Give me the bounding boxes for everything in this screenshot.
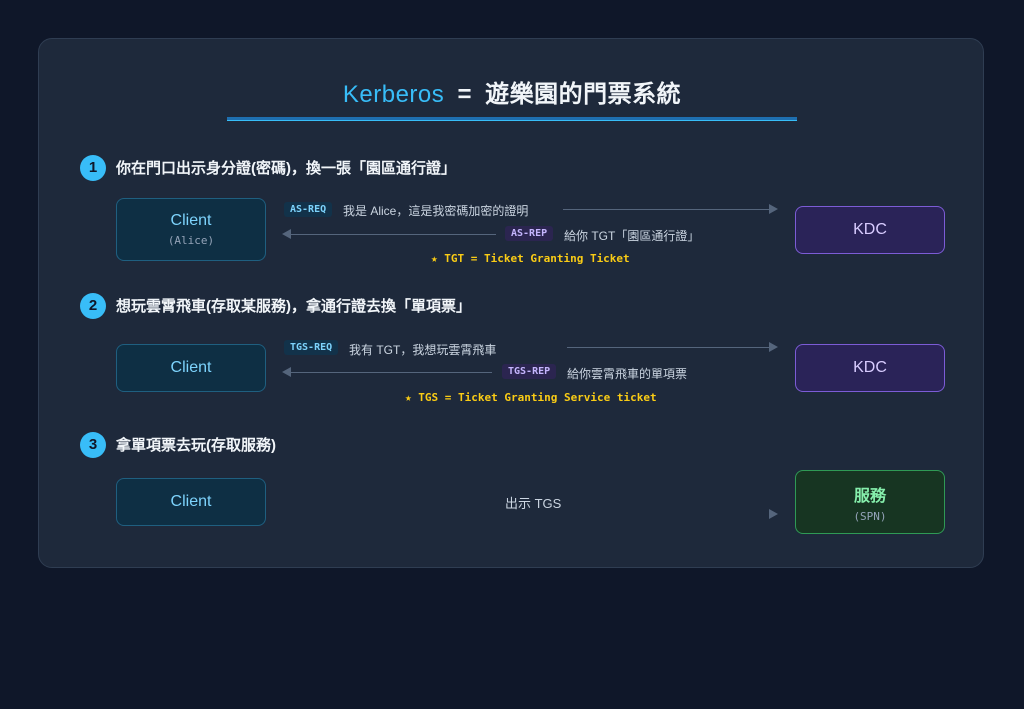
tgs-rep-arrowhead [282,367,291,377]
step-3-badge: 3 [80,432,106,458]
client-name: Client [170,359,212,376]
show-tgs-message: 出示 TGS [505,496,562,511]
tgs-req-message: 我有 TGT，我想玩雲霄飛車 [349,343,497,357]
client-node: Client [116,344,266,392]
title-rest: 遊樂園的門票系統 [485,81,682,108]
step-3-title: 拿單項票去玩(存取服務) [116,437,276,454]
tgs-rep-tag: TGS-REP [502,364,557,379]
as-req-message: 我是 Alice，這是我密碼加密的證明 [343,204,529,218]
service-node: 服務 (SPN) [795,470,945,534]
tgs-rep-arrow-line [291,372,492,373]
tgs-rep-message: 給你雲霄飛車的單項票 [567,367,688,381]
as-rep-arrowhead [282,229,291,239]
as-rep-message: 給你 TGT「園區通行證」 [564,229,700,243]
step-2-badge: 2 [80,293,106,319]
as-req-arrowhead [769,204,778,214]
service-name: 服務 [853,487,886,505]
tgs-req-tag: TGS-REQ [284,340,339,355]
service-arrowhead [769,509,778,519]
as-rep-arrow-line [291,234,496,235]
tgt-note: ★ TGT = Ticket Granting Ticket [431,252,630,265]
kdc-name: KDC [853,359,887,376]
as-rep-tag: AS-REP [505,226,554,241]
title-equals: = [457,81,472,108]
client-node: Client [116,478,266,526]
tgs-note: ★ TGS = Ticket Granting Service ticket [405,391,657,404]
page-title: Kerberos = 遊樂園的門票系統 [0,74,1024,109]
as-req-tag: AS-REQ [284,202,333,217]
tgs-req-arrowhead [769,342,778,352]
as-req-arrow-line [563,209,769,210]
title-keyword: Kerberos [342,81,445,108]
client-name: Client [170,493,212,510]
service-sub: (SPN) [853,509,887,523]
kdc-name: KDC [853,221,887,238]
step-2-title: 想玩雲霄飛車(存取某服務)，拿通行證去換「單項票」 [116,298,471,315]
client-node: Client (Alice) [116,198,266,261]
client-sub: (Alice) [167,234,215,247]
step-1-title: 你在門口出示身分證(密碼)，換一張「園區通行證」 [116,160,456,177]
step-1-badge: 1 [80,155,106,181]
kdc-node: KDC [795,344,945,392]
tgs-req-arrow-line [567,347,769,348]
client-name: Client [170,212,212,229]
kdc-node: KDC [795,206,945,254]
title-underline [227,117,797,121]
